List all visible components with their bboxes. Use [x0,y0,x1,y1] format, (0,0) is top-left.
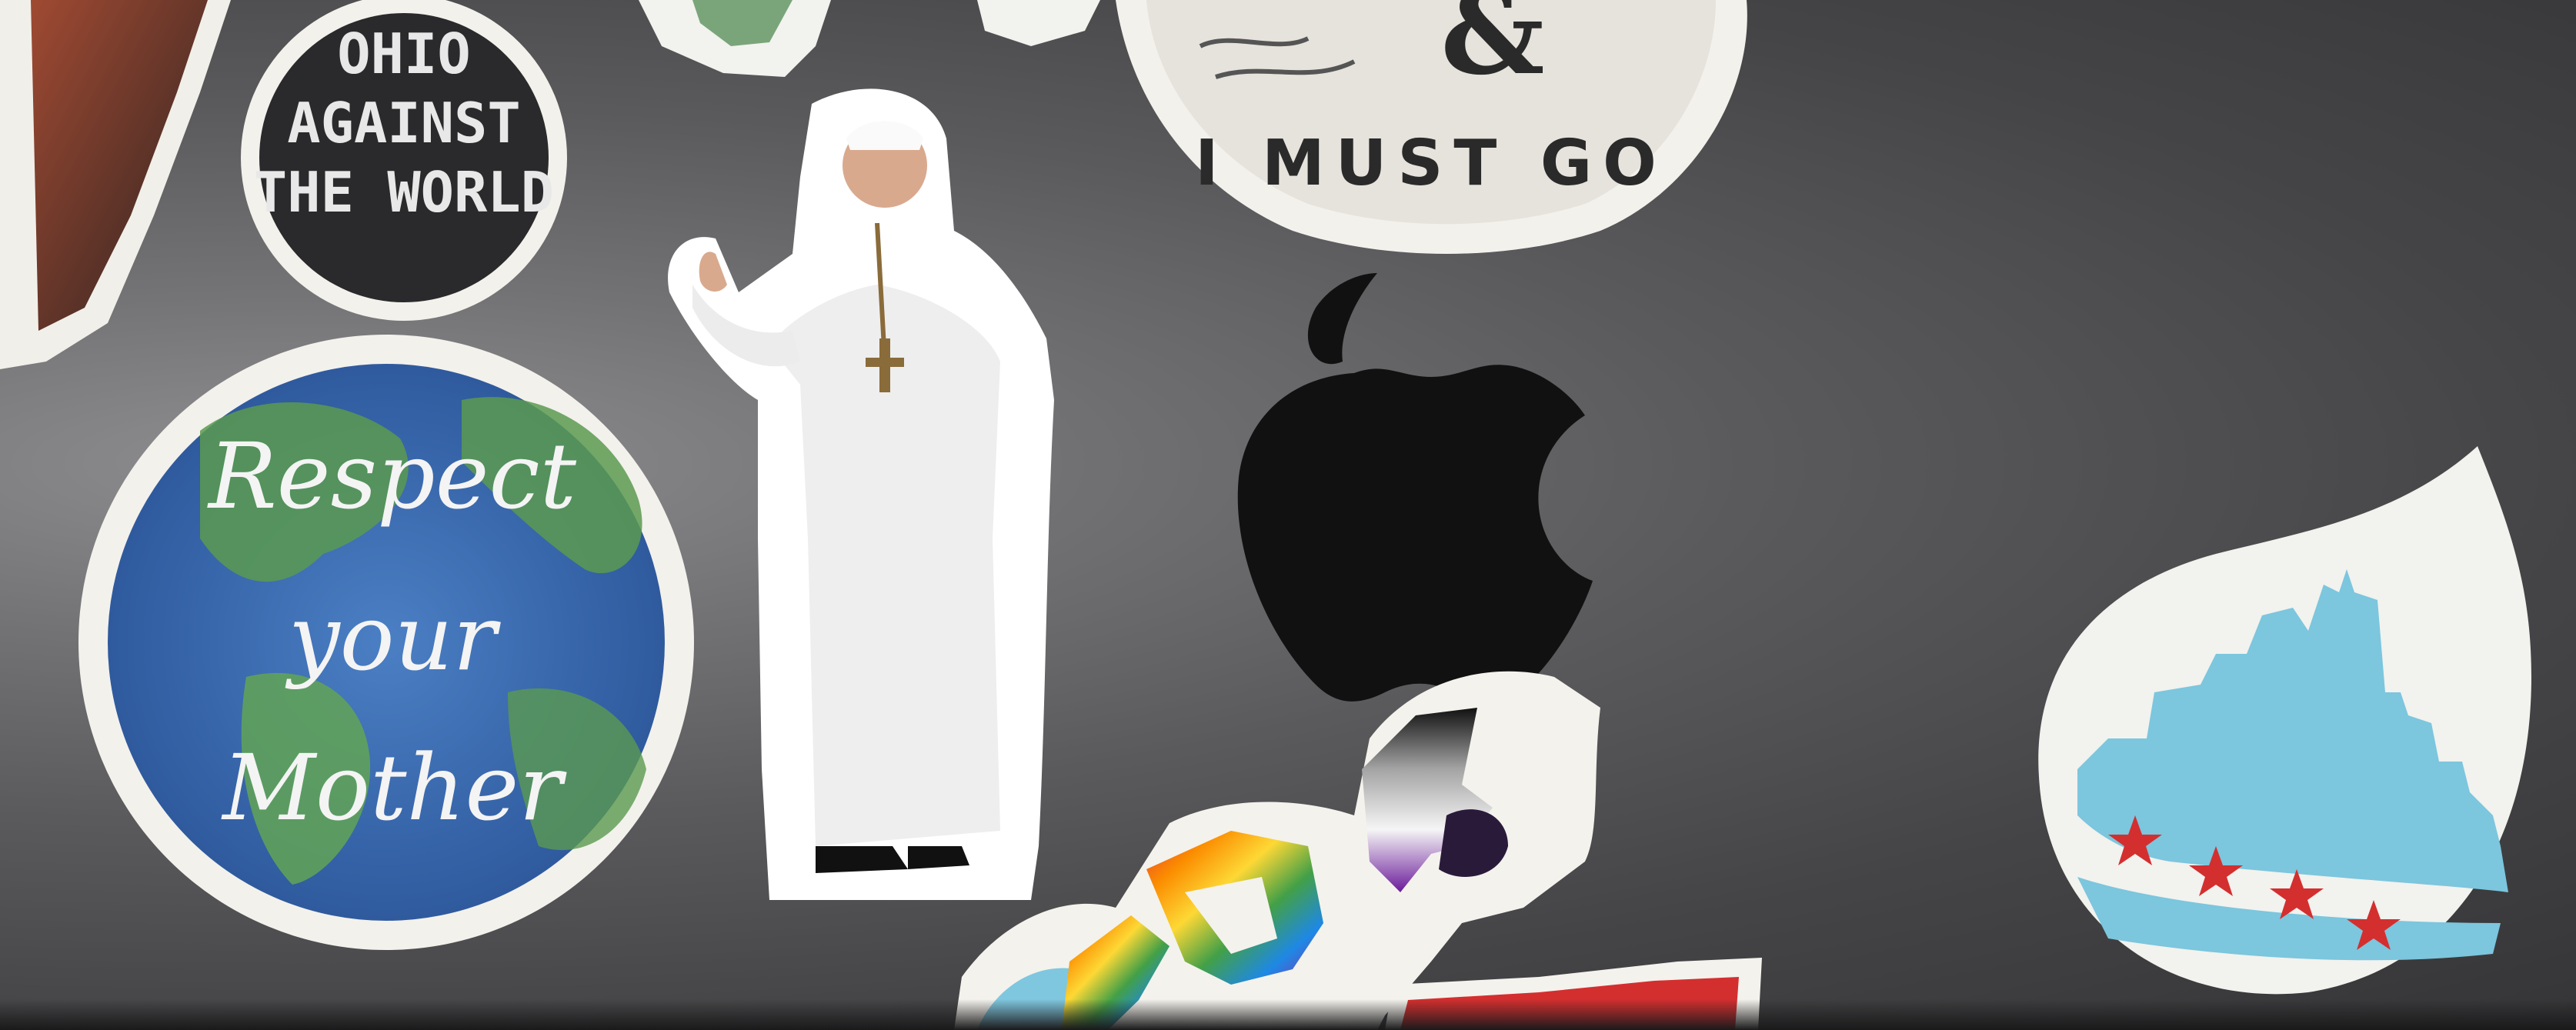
i-must-go-text: I MUST GO [1195,127,1667,200]
chicago-drop-sticker [2038,446,2531,995]
respect-your-mother-sticker: Respect your Mother [78,335,694,950]
i-must-go-sticker: & I MUST GO [1116,0,1747,254]
respect-line-3: Mother [221,735,567,841]
respect-line-2: your [285,585,502,691]
ohio-line-2: AGAINST [287,91,520,155]
pope-sticker [668,88,1054,901]
bottom-edge-shadow [0,999,2576,1030]
ohio-line-1: OHIO [337,22,470,86]
left-edge-sticker [0,0,231,369]
laptop-lid-photo: OHIO AGAINST THE WORLD Respect your Moth… [0,0,2576,1030]
ampersand-glyph: & [1440,0,1544,101]
top-partial-sticker [639,0,1100,77]
ohio-line-3: THE WORLD [254,160,554,225]
ohio-against-the-world-sticker: OHIO AGAINST THE WORLD [241,0,567,321]
pride-sticker [954,671,1600,1030]
stickers-layer: OHIO AGAINST THE WORLD Respect your Moth… [0,0,2531,1030]
apple-logo-icon [1237,273,1593,702]
respect-line-1: Respect [207,423,577,529]
